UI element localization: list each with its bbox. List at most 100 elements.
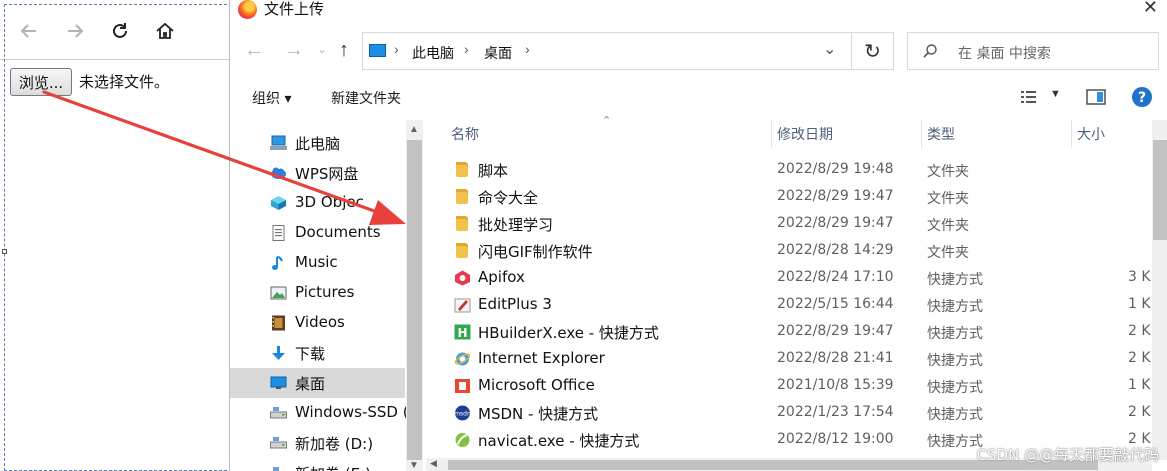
home-icon[interactable] — [152, 18, 178, 44]
firefox-icon — [238, 0, 257, 19]
recent-chevron-icon[interactable]: ⌄ — [317, 42, 327, 56]
file-type: 文件夹 — [927, 245, 969, 261]
browse-button[interactable]: 浏览... — [10, 68, 72, 96]
picture-icon — [270, 285, 287, 301]
file-type: 文件夹 — [927, 218, 969, 234]
nav-item[interactable]: Music — [230, 248, 405, 278]
nav-item[interactable]: 下载 — [230, 338, 405, 368]
nav-item[interactable]: Documents — [230, 218, 405, 248]
file-row[interactable]: 命令大全 2022/8/29 19:47 文件夹 — [426, 184, 1167, 211]
drive-icon — [270, 435, 287, 451]
forward-arrow-icon[interactable] — [62, 18, 88, 44]
file-row[interactable]: msdn MSDN - 快捷方式 2022/1/23 17:54 快捷方式 2 K — [426, 400, 1167, 427]
file-date: 2021/10/8 15:39 — [777, 377, 894, 393]
help-icon[interactable]: ? — [1131, 86, 1153, 108]
watermark: CSDN @@每天都要敲代码 — [976, 446, 1159, 464]
file-type: 快捷方式 — [927, 326, 983, 342]
breadcrumb-this-pc[interactable]: 此电脑 — [412, 43, 454, 63]
file-date: 2022/8/29 19:47 — [777, 188, 894, 204]
nav-item[interactable]: Videos — [230, 308, 405, 338]
nav-item[interactable]: 新加卷 (E:) — [230, 458, 405, 471]
up-arrow-icon[interactable]: ↑ — [339, 39, 349, 62]
sort-up-icon: ⌃ — [602, 115, 612, 127]
file-date: 2022/8/29 19:47 — [777, 215, 894, 231]
file-name: Internet Explorer — [478, 349, 605, 367]
file-status-text: 未选择文件。 — [79, 73, 170, 91]
nav-item[interactable]: WPS网盘 — [230, 158, 405, 188]
file-date: 2022/5/15 16:44 — [777, 296, 894, 312]
download-arrow-icon — [270, 345, 287, 361]
dialog-title: 文件上传 — [264, 0, 325, 18]
nav-item[interactable]: 3D Objec — [230, 188, 405, 218]
nav-item[interactable]: 此电脑 — [230, 128, 405, 158]
reload-icon[interactable] — [107, 18, 133, 44]
column-name[interactable]: 名称 — [451, 124, 479, 144]
resize-handle[interactable] — [2, 249, 7, 254]
file-size: 2 K — [1128, 323, 1151, 339]
column-divider[interactable] — [921, 120, 922, 148]
organize-menu[interactable]: 组织 ▾ — [252, 88, 291, 108]
file-name: HBuilderX.exe - 快捷方式 — [478, 324, 659, 342]
preview-pane-icon[interactable] — [1086, 88, 1106, 106]
apifox-icon — [454, 270, 470, 286]
forward-arrow-icon[interactable]: → — [284, 39, 304, 62]
nav-item-label: 3D Objec — [295, 193, 364, 211]
scroll-down-icon[interactable]: ▼ — [409, 460, 419, 471]
file-name: navicat.exe - 快捷方式 — [478, 432, 640, 450]
view-options-icon[interactable] — [1020, 89, 1038, 105]
column-divider[interactable] — [1071, 120, 1072, 148]
scroll-up-icon[interactable]: ▲ — [409, 124, 419, 135]
column-size[interactable]: 大小 — [1077, 124, 1105, 144]
search-box[interactable]: 在 桌面 中搜索 — [907, 32, 1159, 70]
column-modified[interactable]: 修改日期 — [777, 124, 833, 144]
chevron-right-icon[interactable]: › — [525, 41, 530, 57]
folder-icon — [454, 189, 470, 205]
music-note-icon — [270, 255, 287, 271]
chevron-down-icon[interactable]: ▼ — [1050, 88, 1061, 100]
file-type: 快捷方式 — [927, 407, 983, 423]
file-row[interactable]: EditPlus 3 2022/5/15 16:44 快捷方式 1 K — [426, 292, 1167, 319]
file-row[interactable]: Apifox 2022/8/24 17:10 快捷方式 3 K — [426, 265, 1167, 292]
film-icon — [270, 315, 287, 331]
dialog-titlebar: 文件上传 ✕ — [230, 0, 1167, 22]
chevron-down-icon[interactable]: ⌄ — [823, 39, 836, 59]
search-icon — [923, 44, 937, 58]
document-icon — [270, 225, 287, 241]
scroll-left-icon[interactable]: ◀ — [430, 458, 437, 469]
msdn-icon: msdn — [454, 405, 471, 421]
file-type: 文件夹 — [927, 191, 969, 207]
back-arrow-icon[interactable] — [16, 18, 42, 44]
file-row[interactable]: 脚本 2022/8/29 19:48 文件夹 — [426, 157, 1167, 184]
file-name: Apifox — [478, 268, 525, 286]
file-type: 文件夹 — [927, 164, 969, 180]
file-row[interactable]: 闪电GIF制作软件 2022/8/28 14:29 文件夹 — [426, 238, 1167, 265]
nav-scrollbar[interactable]: ▲ ▼ — [406, 120, 423, 471]
back-arrow-icon[interactable]: ← — [244, 39, 264, 62]
file-row[interactable]: 批处理学习 2022/8/29 19:47 文件夹 — [426, 211, 1167, 238]
close-icon[interactable]: ✕ — [1143, 0, 1158, 18]
breadcrumb-desktop[interactable]: 桌面 — [484, 43, 512, 63]
nav-item[interactable]: Pictures — [230, 278, 405, 308]
column-type[interactable]: 类型 — [927, 124, 955, 144]
list-scrollbar-thumb[interactable] — [1153, 140, 1167, 240]
nav-item[interactable]: 新加卷 (D:) — [230, 428, 405, 458]
nav-item[interactable]: Windows-SSD ( — [230, 398, 409, 428]
file-row[interactable]: Microsoft Office 2021/10/8 15:39 快捷方式 1 K — [426, 373, 1167, 400]
file-size: 1 K — [1128, 377, 1151, 393]
nav-item[interactable]: 桌面 — [230, 368, 405, 398]
ie-icon — [454, 351, 471, 367]
hbuilder-icon: H — [454, 324, 471, 340]
new-folder-button[interactable]: 新建文件夹 — [331, 88, 401, 108]
list-scrollbar[interactable] — [1152, 120, 1167, 460]
nav-item-label: 新加卷 (D:) — [295, 435, 374, 453]
refresh-button[interactable]: ↻ — [852, 32, 894, 70]
nav-scrollbar-thumb[interactable] — [407, 140, 422, 460]
folder-icon — [454, 216, 470, 232]
column-divider[interactable] — [771, 120, 772, 148]
address-bar[interactable]: › 此电脑 › 桌面 › ⌄ — [362, 32, 852, 70]
drive-icon — [270, 405, 287, 421]
file-list: ⌃ 名称 修改日期 类型 大小 脚本 2022/8/29 19:48 文件夹 命令大全… — [426, 115, 1167, 471]
nav-item-label: WPS网盘 — [295, 165, 359, 183]
file-row[interactable]: Internet Explorer 2022/8/28 21:41 快捷方式 2 K — [426, 346, 1167, 373]
file-row[interactable]: H HBuilderX.exe - 快捷方式 2022/8/29 19:47 快捷方式… — [426, 319, 1167, 346]
